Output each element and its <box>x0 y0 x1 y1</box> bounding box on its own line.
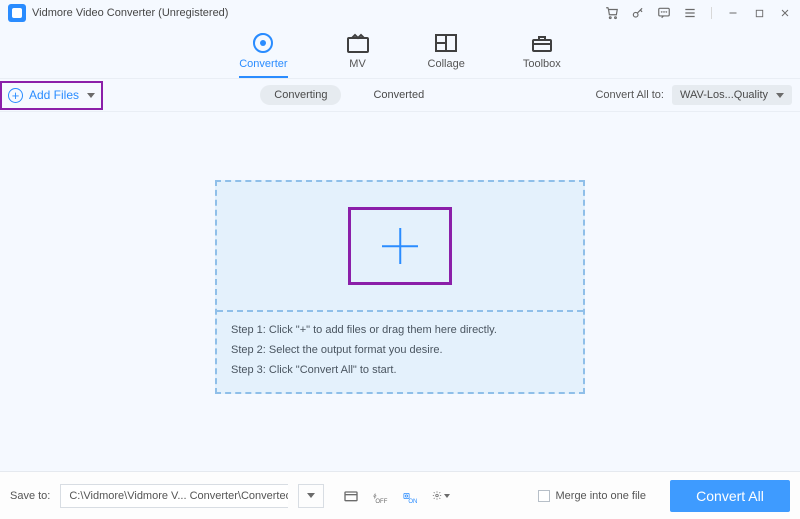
checkbox-box <box>538 490 550 502</box>
highlight-add-files: Add Files <box>0 81 103 110</box>
title-bar: Vidmore Video Converter (Unregistered) <box>0 0 800 26</box>
step-3: Step 3: Click "Convert All" to start. <box>231 364 569 376</box>
footer-bar: Save to: C:\Vidmore\Vidmore V... Convert… <box>0 471 800 519</box>
add-files-big-button[interactable] <box>348 207 452 285</box>
save-path-field[interactable]: C:\Vidmore\Vidmore V... Converter\Conver… <box>60 484 288 508</box>
subtab-converting[interactable]: Converting <box>260 85 341 105</box>
chevron-down-icon <box>776 93 784 98</box>
close-icon[interactable] <box>778 6 792 20</box>
drop-zone-top <box>217 182 583 312</box>
collage-icon <box>434 32 458 54</box>
app-logo <box>8 4 26 22</box>
feedback-icon[interactable] <box>657 6 671 20</box>
chevron-down-icon <box>307 493 315 498</box>
tab-label: Converter <box>239 58 287 70</box>
add-files-button[interactable]: Add Files <box>6 86 97 105</box>
plus-circle-icon <box>8 88 23 103</box>
converter-icon <box>251 32 275 54</box>
tab-mv[interactable]: MV <box>346 32 370 78</box>
subtab-converted[interactable]: Converted <box>359 85 438 105</box>
tab-converter[interactable]: Converter <box>239 32 287 78</box>
plus-icon <box>380 226 420 266</box>
instruction-steps: Step 1: Click "+" to add files or drag t… <box>217 312 583 392</box>
merge-checkbox[interactable]: Merge into one file <box>538 490 647 502</box>
step-1: Step 1: Click "+" to add files or drag t… <box>231 324 569 336</box>
tab-label: MV <box>349 58 366 70</box>
maximize-icon[interactable] <box>752 6 766 20</box>
save-path-dropdown[interactable] <box>298 484 324 508</box>
toolbox-icon <box>530 32 554 54</box>
output-format-value: WAV-Los...Quality <box>680 89 768 101</box>
tab-collage[interactable]: Collage <box>428 32 465 78</box>
hw-accel-off-icon[interactable]: OFF <box>372 487 390 505</box>
convert-all-to-label: Convert All to: <box>595 89 663 101</box>
tab-toolbox[interactable]: Toolbox <box>523 32 561 78</box>
separator <box>711 7 712 19</box>
menu-icon[interactable] <box>683 6 697 20</box>
save-to-label: Save to: <box>10 490 50 502</box>
work-area: Step 1: Click "+" to add files or drag t… <box>0 112 800 457</box>
step-2: Step 2: Select the output format you des… <box>231 344 569 356</box>
add-files-label: Add Files <box>29 88 79 102</box>
chevron-down-icon <box>87 93 95 98</box>
minimize-icon[interactable] <box>726 6 740 20</box>
merge-label: Merge into one file <box>556 490 647 502</box>
settings-icon[interactable] <box>432 487 450 505</box>
convert-all-button[interactable]: Convert All <box>670 480 790 512</box>
mv-icon <box>346 32 370 54</box>
tab-label: Collage <box>428 58 465 70</box>
cart-icon[interactable] <box>605 6 619 20</box>
drop-zone[interactable]: Step 1: Click "+" to add files or drag t… <box>215 180 585 394</box>
convert-all-label: Convert All <box>696 488 764 504</box>
open-folder-icon[interactable] <box>342 487 360 505</box>
sub-toolbar: Add Files Converting Converted Convert A… <box>0 78 800 112</box>
app-title: Vidmore Video Converter (Unregistered) <box>32 7 228 19</box>
gpu-on-icon[interactable]: ON <box>402 487 420 505</box>
key-icon[interactable] <box>631 6 645 20</box>
output-format-select[interactable]: WAV-Los...Quality <box>672 85 792 105</box>
tab-label: Toolbox <box>523 58 561 70</box>
main-tabs: Converter MV Collage Toolbox <box>0 26 800 78</box>
